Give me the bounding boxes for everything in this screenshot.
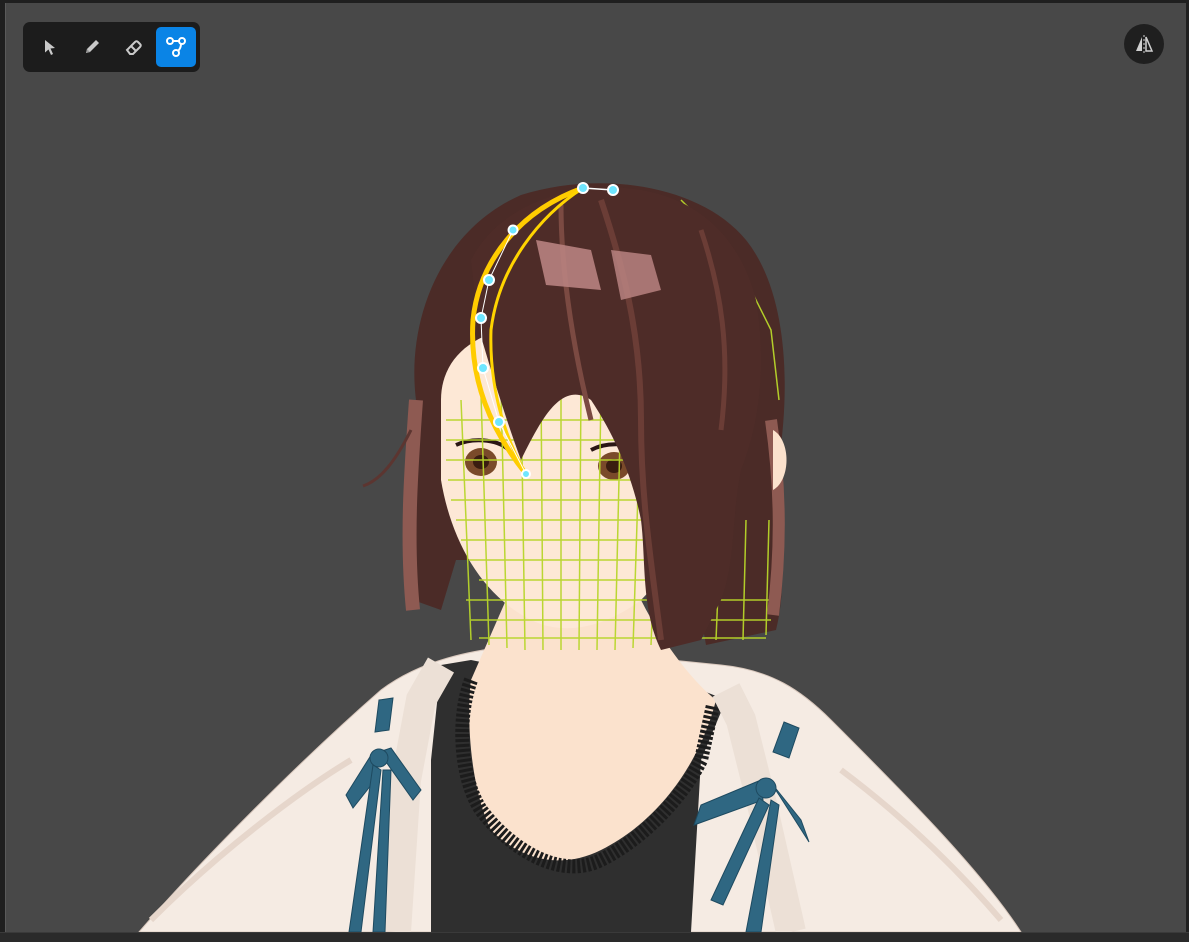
eraser-tool-button[interactable] xyxy=(114,27,154,67)
mirror-symmetry-icon xyxy=(1136,35,1154,53)
3d-viewport[interactable] xyxy=(5,3,1186,932)
app-window xyxy=(0,0,1189,942)
select-tool-button[interactable] xyxy=(30,27,70,67)
pointer-arrow-icon xyxy=(45,40,55,55)
curve-edit-tool-button[interactable] xyxy=(156,27,196,67)
pencil-icon xyxy=(86,40,99,53)
avatar-model xyxy=(138,182,1022,932)
bezier-nodes-icon xyxy=(166,37,186,57)
eraser-icon xyxy=(125,40,142,55)
tool-palette xyxy=(23,22,200,72)
ear-right xyxy=(773,430,787,490)
mirror-toggle-button[interactable] xyxy=(1124,24,1164,64)
pencil-tool-button[interactable] xyxy=(72,27,112,67)
